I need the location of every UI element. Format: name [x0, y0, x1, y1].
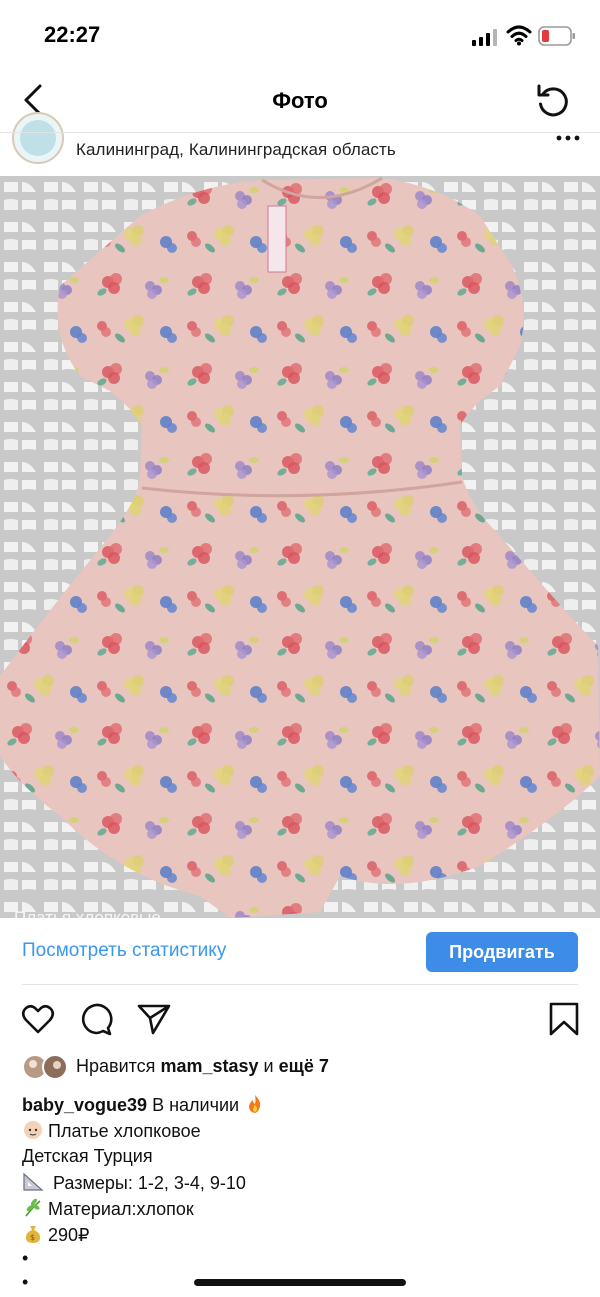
- liker-username[interactable]: mam_stasy: [160, 1056, 258, 1076]
- likers-avatars[interactable]: [22, 1054, 70, 1080]
- caption-line-7: •: [22, 1248, 29, 1268]
- avatar[interactable]: [12, 112, 64, 164]
- caption-line-8: •: [22, 1272, 29, 1292]
- signal-icon: [472, 29, 497, 46]
- caption-text-6: 290₽: [48, 1225, 90, 1245]
- likes-prefix: Нравится: [76, 1056, 156, 1076]
- bookmark-icon[interactable]: [546, 1001, 582, 1037]
- status-time: 22:27: [44, 22, 101, 47]
- wifi-icon: [506, 25, 532, 46]
- more-options-icon[interactable]: [556, 134, 580, 142]
- photo-overlay-caption: Платья хлопковые: [14, 908, 161, 927]
- caption-line-5: Материал:хлопок: [22, 1198, 194, 1220]
- comment-icon[interactable]: [78, 1001, 114, 1037]
- money-bag-emoji-icon: $: [25, 1226, 41, 1243]
- svg-text:$: $: [30, 1233, 35, 1242]
- caption-text-2: Платье хлопковое: [48, 1121, 201, 1141]
- promote-button[interactable]: Продвигать: [426, 932, 578, 972]
- heart-icon[interactable]: [20, 1001, 56, 1037]
- likes-summary[interactable]: Нравится mam_stasy и ещё 7: [76, 1056, 329, 1077]
- caption-line-3: Детская Турция: [22, 1146, 153, 1166]
- likes-others[interactable]: ещё 7: [279, 1056, 329, 1076]
- caption-line-4: Размеры: 1-2, 3-4, 9-10: [22, 1172, 246, 1194]
- fire-emoji-icon: [249, 1095, 261, 1113]
- page-title: Фото: [272, 88, 328, 113]
- baby-emoji-icon: [24, 1121, 42, 1139]
- battery-icon: [538, 26, 575, 46]
- caption-text-5: Материал:хлопок: [48, 1199, 194, 1219]
- refresh-icon[interactable]: [534, 82, 572, 120]
- post-location[interactable]: Калининград, Калининградская область: [76, 140, 396, 160]
- caption-text-1: В наличии: [152, 1095, 240, 1115]
- avatar-image: [20, 120, 56, 156]
- view-insights-link[interactable]: Посмотреть статистику: [22, 940, 226, 962]
- home-indicator[interactable]: [194, 1279, 406, 1286]
- caption-text-4: Размеры: 1-2, 3-4, 9-10: [53, 1173, 246, 1193]
- post-photo[interactable]: [0, 176, 600, 918]
- caption-line-1: baby_vogue39 В наличии: [22, 1094, 270, 1116]
- nav-divider: [0, 132, 600, 133]
- caption-username[interactable]: baby_vogue39: [22, 1095, 147, 1115]
- triangular-ruler-emoji-icon: [23, 1172, 44, 1191]
- likes-middle: и: [263, 1056, 274, 1076]
- share-icon[interactable]: [136, 1001, 172, 1037]
- caption-line-6: $ 290₽: [22, 1224, 89, 1246]
- stats-divider: [22, 984, 578, 985]
- caption-line-2: Платье хлопковое: [22, 1120, 201, 1142]
- herb-emoji-icon: [25, 1198, 41, 1217]
